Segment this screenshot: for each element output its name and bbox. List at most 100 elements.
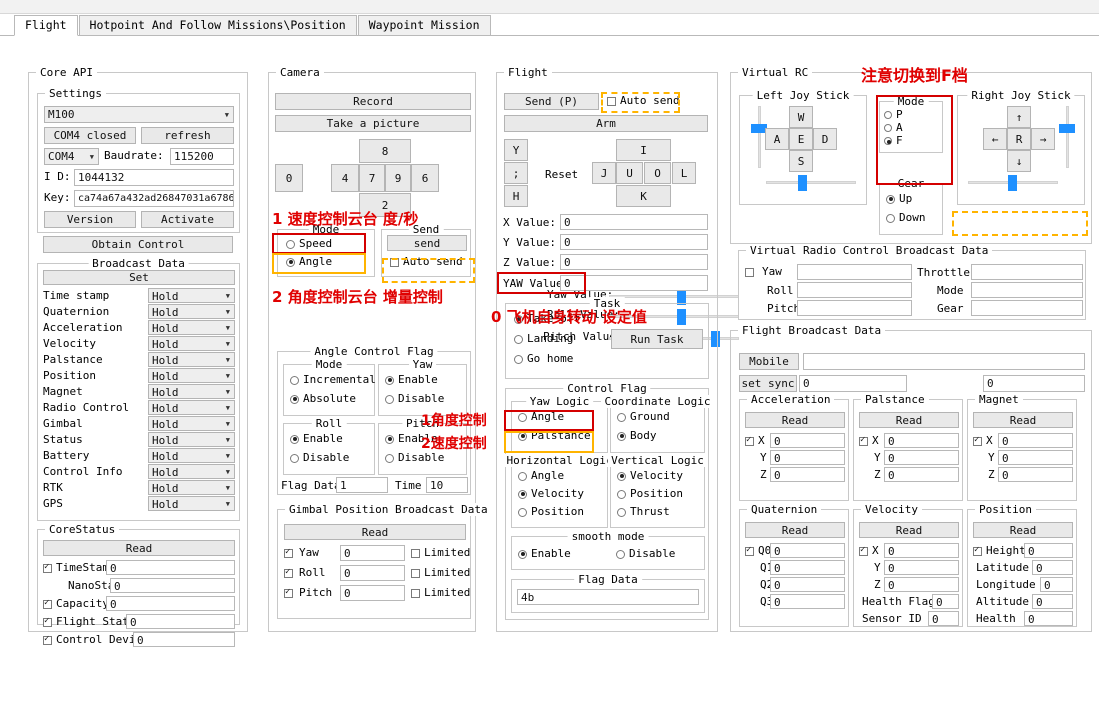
camera-key-left[interactable]: 4 — [331, 164, 359, 192]
vrc-roll-input[interactable] — [797, 282, 912, 298]
horizontal-logic-position[interactable]: Position — [518, 505, 584, 519]
key-input[interactable]: ca74a67a432ad26847031a6786c — [74, 190, 234, 207]
gimbal-row-input[interactable]: 0 — [340, 585, 405, 601]
right-stick-key-up[interactable]: ↑ — [1007, 106, 1031, 128]
smooth-mode-disable[interactable]: Disable — [616, 547, 675, 561]
vrc-throttle-input[interactable] — [971, 264, 1083, 280]
broadcast-row-select[interactable]: Hold — [148, 336, 235, 351]
core-status-row-input[interactable]: 0 — [110, 578, 235, 593]
gimbal-row-input[interactable]: 0 — [340, 545, 405, 561]
take-picture-button[interactable]: Take a picture — [275, 115, 471, 132]
broadcast-set-button[interactable]: Set — [43, 270, 235, 285]
flight-broadcast-read-button[interactable]: Read — [859, 412, 959, 428]
camera-send-button[interactable]: send — [387, 235, 467, 251]
flight-key-u[interactable]: U — [616, 162, 643, 184]
vrc-gear-input[interactable] — [971, 300, 1083, 316]
left-stick-key-down[interactable]: S — [789, 150, 813, 172]
flight-broadcast-row-input[interactable]: 0 — [998, 433, 1073, 448]
tab-waypoint-mission[interactable]: Waypoint Mission — [357, 15, 491, 35]
flight-key-j[interactable]: J — [592, 162, 616, 184]
flight-key-semicolon[interactable]: ; — [504, 162, 528, 184]
acf-flag-data-input[interactable]: 1 — [336, 477, 388, 493]
horizontal-logic-velocity[interactable]: Velocity — [518, 487, 584, 501]
broadcast-row-select[interactable]: Hold — [148, 352, 235, 367]
core-status-row-checkbox[interactable]: Capacity — [43, 597, 109, 611]
camera-key-mid-right[interactable]: 9 — [385, 164, 411, 192]
core-status-row-input[interactable]: 0 — [106, 560, 235, 575]
vrc-yaw-checkbox[interactable]: Yaw — [745, 265, 782, 279]
flight-y-value-input[interactable]: 0 — [560, 234, 708, 250]
gimbal-read-button[interactable]: Read — [284, 524, 466, 540]
acf-roll-enable[interactable]: Enable — [290, 432, 343, 446]
flight-broadcast-read-button[interactable]: Read — [973, 412, 1073, 428]
com-state-button[interactable]: COM4 closed — [44, 127, 136, 144]
broadcast-row-select[interactable]: Hold — [148, 400, 235, 415]
com-port-select[interactable]: COM4 — [44, 148, 99, 165]
right-stick-horizontal-thumb[interactable] — [1008, 175, 1017, 191]
gimbal-row-checkbox[interactable]: Yaw — [284, 546, 319, 560]
task-landing[interactable]: Landing — [514, 332, 573, 346]
left-stick-horizontal-thumb[interactable] — [798, 175, 807, 191]
horizontal-logic-angle[interactable]: Angle — [518, 469, 564, 483]
flight-key-h[interactable]: H — [504, 185, 528, 207]
acf-time-input[interactable]: 10 — [426, 477, 468, 493]
run-task-button[interactable]: Run Task — [611, 329, 703, 349]
flight-broadcast-row-checkbox[interactable]: X — [859, 544, 879, 558]
broadcast-row-select[interactable]: Hold — [148, 464, 235, 479]
coordinate-logic-body[interactable]: Body — [617, 429, 657, 443]
obtain-control-button[interactable]: Obtain Control — [43, 236, 233, 253]
flight-broadcast-row-input[interactable]: 0 — [998, 450, 1073, 465]
flight-key-o[interactable]: O — [644, 162, 671, 184]
broadcast-row-select[interactable]: Hold — [148, 304, 235, 319]
flight-broadcast-row-input[interactable]: 0 — [770, 594, 845, 609]
broadcast-row-select[interactable]: Hold — [148, 432, 235, 447]
vertical-logic-position[interactable]: Position — [617, 487, 683, 501]
flight-broadcast-row-input[interactable]: 0 — [770, 577, 845, 592]
record-button[interactable]: Record — [275, 93, 471, 110]
right-stick-key-center[interactable]: R — [1007, 128, 1031, 150]
right-stick-key-down[interactable]: ↓ — [1007, 150, 1031, 172]
flight-key-y[interactable]: Y — [504, 139, 528, 161]
gear-down[interactable]: Down — [886, 211, 926, 225]
model-select[interactable]: M100 — [44, 106, 234, 123]
flight-broadcast-row-input[interactable]: 0 — [884, 450, 959, 465]
flight-key-l[interactable]: L — [672, 162, 696, 184]
flight-broadcast-read-button[interactable]: Read — [745, 522, 845, 538]
core-status-row-checkbox[interactable]: TimeStamp — [43, 561, 116, 575]
gimbal-row-limited-checkbox[interactable]: Limited — [411, 546, 470, 560]
flight-x-value-input[interactable]: 0 — [560, 214, 708, 230]
flight-broadcast-row-input[interactable]: 0 — [932, 594, 959, 609]
id-input[interactable]: 1044132 — [74, 169, 234, 186]
tab-flight[interactable]: Flight — [14, 15, 78, 36]
vrc-yaw-input[interactable] — [797, 264, 912, 280]
flight-broadcast-row-input[interactable]: 0 — [884, 467, 959, 482]
flight-broadcast-read-button[interactable]: Read — [973, 522, 1073, 538]
flight-send-button[interactable]: Send (P) — [504, 93, 599, 110]
left-stick-vertical-track[interactable] — [758, 106, 761, 168]
gimbal-row-checkbox[interactable]: Roll — [284, 566, 326, 580]
vrc-pitch-input[interactable] — [797, 300, 912, 316]
broadcast-row-select[interactable]: Hold — [148, 320, 235, 335]
coordinate-logic-ground[interactable]: Ground — [617, 410, 670, 424]
set-sync-button[interactable]: set sync — [739, 375, 797, 392]
refresh-button[interactable]: refresh — [141, 127, 234, 144]
left-stick-key-center[interactable]: E — [789, 128, 813, 150]
activate-button[interactable]: Activate — [141, 211, 234, 228]
right-stick-vertical-thumb[interactable] — [1059, 124, 1075, 133]
gimbal-row-limited-checkbox[interactable]: Limited — [411, 566, 470, 580]
mobile-input[interactable] — [803, 353, 1085, 370]
flight-broadcast-row-input[interactable]: 0 — [1024, 611, 1073, 626]
flight-broadcast-row-input[interactable]: 0 — [770, 450, 845, 465]
broadcast-row-select[interactable]: Hold — [148, 416, 235, 431]
smooth-mode-enable[interactable]: Enable — [518, 547, 571, 561]
vertical-logic-velocity[interactable]: Velocity — [617, 469, 683, 483]
flight-broadcast-row-input[interactable]: 0 — [770, 543, 845, 558]
right-stick-key-left[interactable]: ← — [983, 128, 1007, 150]
flight-z-value-input[interactable]: 0 — [560, 254, 708, 270]
gear-up[interactable]: Up — [886, 192, 912, 206]
left-stick-key-right[interactable]: D — [813, 128, 837, 150]
flight-broadcast-row-input[interactable]: 0 — [884, 577, 959, 592]
right-stick-key-right[interactable]: → — [1031, 128, 1055, 150]
broadcast-row-select[interactable]: Hold — [148, 496, 235, 511]
flight-broadcast-row-checkbox[interactable]: X — [973, 434, 993, 448]
